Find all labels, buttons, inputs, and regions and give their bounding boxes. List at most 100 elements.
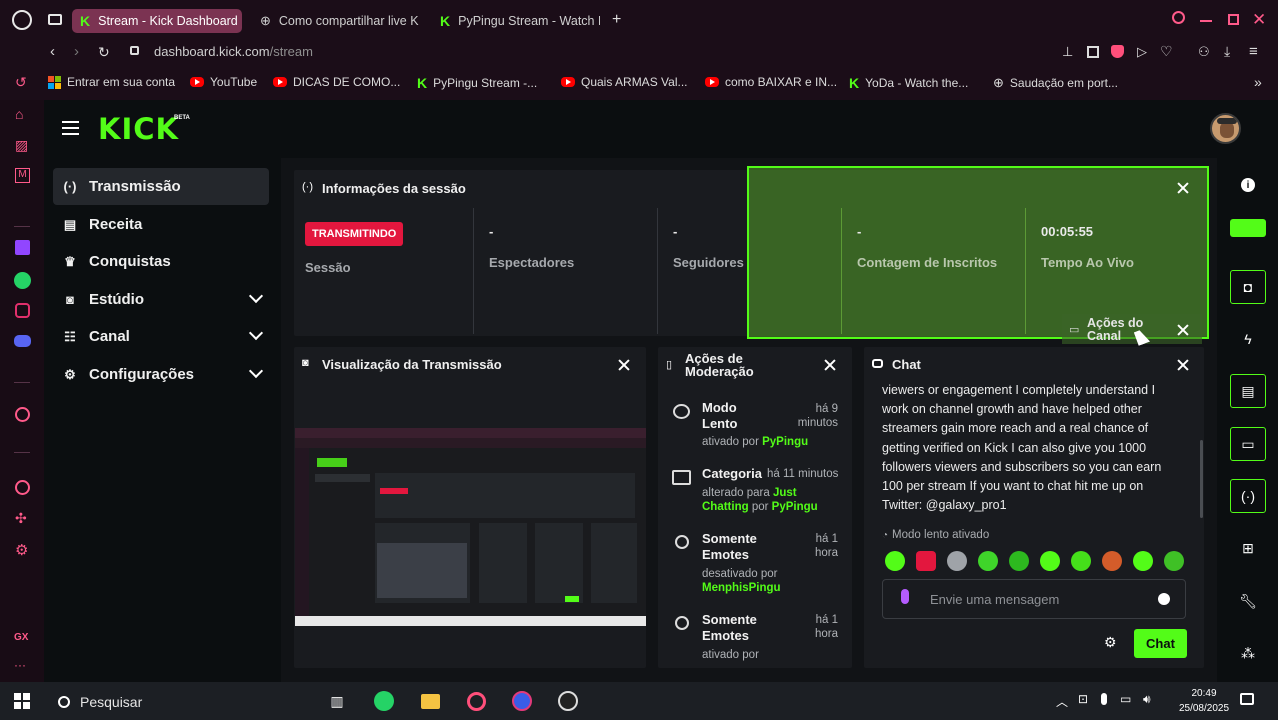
- forward-button[interactable]: ›: [74, 43, 79, 60]
- emote-icon[interactable]: [1071, 551, 1091, 571]
- discord-icon[interactable]: [14, 335, 31, 347]
- bookmark-pypingu[interactable]: K PyPingu Stream -...: [417, 75, 537, 91]
- tool-layout-icon[interactable]: ⊞: [1230, 531, 1266, 565]
- tab-manager-icon[interactable]: [48, 14, 62, 25]
- extensions-icon[interactable]: ✣: [15, 510, 27, 527]
- download-icon[interactable]: ⤓: [1224, 43, 1230, 60]
- player-icon[interactable]: [15, 407, 30, 422]
- tab-kick-dashboard[interactable]: K Stream - Kick Dashboard: [72, 9, 242, 33]
- tray-app-icon[interactable]: ⊡: [1078, 692, 1088, 706]
- minimize-button[interactable]: [1200, 20, 1212, 22]
- speed-dial-icon[interactable]: ↺: [15, 74, 27, 91]
- tab-pypingu-stream[interactable]: K PyPingu Stream - Watch L: [432, 9, 600, 33]
- system-tray-chevron-icon[interactable]: ︿: [1056, 693, 1068, 710]
- emote-icon[interactable]: [1102, 551, 1122, 571]
- gx-corner-icon[interactable]: ▨: [15, 137, 28, 154]
- emote-icon[interactable]: [1040, 551, 1060, 571]
- emote-icon[interactable]: [978, 551, 998, 571]
- hamburger-menu-icon[interactable]: [62, 121, 79, 135]
- menu-icon[interactable]: ≡: [1249, 43, 1258, 60]
- app-taskbar-icon[interactable]: [511, 690, 533, 712]
- history-icon[interactable]: [15, 480, 30, 495]
- opera-logo-icon[interactable]: [12, 10, 32, 30]
- task-view-icon[interactable]: ▥: [326, 690, 348, 712]
- bookmarks-overflow-icon[interactable]: »: [1254, 74, 1262, 90]
- emote-icon[interactable]: [885, 551, 905, 571]
- emote-icon[interactable]: [916, 551, 936, 571]
- microphone-icon[interactable]: [901, 589, 909, 604]
- chat-scrollbar[interactable]: [1200, 440, 1203, 518]
- taskbar-search-box[interactable]: Pesquisar: [46, 688, 316, 716]
- shield-icon[interactable]: [1111, 45, 1124, 58]
- mod-entry-user-link[interactable]: MenphisPingu: [702, 581, 781, 595]
- mod-entry-user-link[interactable]: PyPingu: [762, 436, 808, 448]
- more-icon[interactable]: ···: [14, 658, 26, 672]
- mail-icon[interactable]: M: [15, 168, 30, 183]
- stream-preview-video[interactable]: [295, 428, 646, 626]
- tool-connections-icon[interactable]: ⁂: [1230, 636, 1266, 670]
- nav-canal[interactable]: ☷ Canal: [53, 318, 269, 355]
- opera-gx-taskbar-icon[interactable]: [465, 690, 487, 712]
- emote-icon[interactable]: [1164, 551, 1184, 571]
- wrench-icon[interactable]: 🔧︎: [1230, 584, 1266, 618]
- lightning-icon[interactable]: ϟ: [1230, 322, 1266, 356]
- close-preview-button[interactable]: [617, 358, 631, 372]
- nav-configuracoes[interactable]: ⚙ Configurações: [53, 356, 269, 393]
- nav-transmissao[interactable]: (·) Transmissão: [53, 168, 269, 205]
- profile-icon[interactable]: ⚇: [1198, 44, 1210, 60]
- taskbar-clock[interactable]: 20:49 25/08/2025: [1176, 686, 1232, 716]
- bookmark-armas[interactable]: Quais ARMAS Val...: [561, 75, 687, 89]
- pin-icon[interactable]: ⊥: [1062, 44, 1073, 60]
- whatsapp-icon[interactable]: [14, 272, 31, 289]
- emote-icon[interactable]: [1009, 551, 1029, 571]
- new-tab-button[interactable]: +: [612, 11, 621, 29]
- bookmark-entrar[interactable]: Entrar em sua conta: [48, 75, 175, 89]
- reload-icon[interactable]: ↻: [98, 44, 110, 61]
- tool-notes-icon[interactable]: ▤: [1230, 374, 1266, 408]
- bookmark-yoda[interactable]: K YoDa - Watch the...: [849, 75, 968, 91]
- windows-start-icon[interactable]: [14, 693, 30, 709]
- close-window-button[interactable]: ✕: [1252, 10, 1266, 30]
- close-session-panel-button[interactable]: [1176, 181, 1190, 195]
- kick-logo[interactable]: KICK: [98, 112, 179, 146]
- file-explorer-icon[interactable]: [419, 690, 441, 712]
- twitch-icon[interactable]: [15, 240, 30, 255]
- heart-icon[interactable]: ♡: [1160, 43, 1173, 60]
- chat-send-button[interactable]: Chat: [1134, 629, 1187, 658]
- address-input[interactable]: dashboard.kick.com/stream: [154, 44, 313, 59]
- network-icon[interactable]: ▭: [1120, 692, 1131, 706]
- bookmark-saudacao[interactable]: ⊕ Saudação em port...: [993, 75, 1118, 91]
- close-moderation-button[interactable]: [823, 358, 837, 372]
- bookmark-dicas[interactable]: DICAS DE COMO...: [273, 75, 400, 89]
- gx-control-icon[interactable]: ⌂: [15, 106, 23, 122]
- nav-conquistas[interactable]: ♛ Conquistas: [53, 243, 269, 280]
- close-channel-actions-button[interactable]: [1176, 323, 1190, 337]
- close-chat-button[interactable]: [1176, 358, 1190, 372]
- nav-receita[interactable]: ▤ Receita: [53, 206, 269, 243]
- tool-capture-icon[interactable]: ◘: [1230, 270, 1266, 304]
- volume-icon[interactable]: 🔊︎: [1143, 692, 1151, 707]
- user-avatar[interactable]: [1210, 113, 1241, 144]
- maximize-button[interactable]: [1228, 14, 1239, 25]
- instagram-icon[interactable]: [15, 303, 30, 318]
- back-button[interactable]: ‹: [50, 43, 55, 60]
- bookmark-baixar[interactable]: como BAIXAR e IN...: [705, 75, 837, 89]
- mod-entry-user-link[interactable]: PyPingu: [772, 501, 818, 513]
- snapshot-icon[interactable]: [1087, 46, 1099, 58]
- emoji-picker-icon[interactable]: [1158, 593, 1170, 605]
- info-icon[interactable]: i: [1230, 168, 1266, 202]
- emote-icon[interactable]: [1133, 551, 1153, 571]
- nav-estudio[interactable]: ◙ Estúdio: [53, 281, 269, 318]
- chat-settings-gear-icon[interactable]: ⚙: [1104, 634, 1117, 651]
- play-icon[interactable]: ▷: [1137, 44, 1147, 60]
- whatsapp-taskbar-icon[interactable]: [373, 690, 395, 712]
- tab-como-compartilhar[interactable]: ⊕ Como compartilhar live K: [252, 9, 420, 33]
- quick-action-green-button[interactable]: [1230, 219, 1266, 237]
- settings-gear-icon[interactable]: ⚙: [15, 541, 28, 559]
- obs-taskbar-icon[interactable]: [557, 690, 579, 712]
- notification-icon[interactable]: [1240, 693, 1254, 705]
- emote-icon[interactable]: [947, 551, 967, 571]
- bookmark-youtube[interactable]: YouTube: [190, 75, 257, 89]
- search-icon[interactable]: [1172, 11, 1185, 24]
- tool-broadcast-icon[interactable]: (·): [1230, 479, 1266, 513]
